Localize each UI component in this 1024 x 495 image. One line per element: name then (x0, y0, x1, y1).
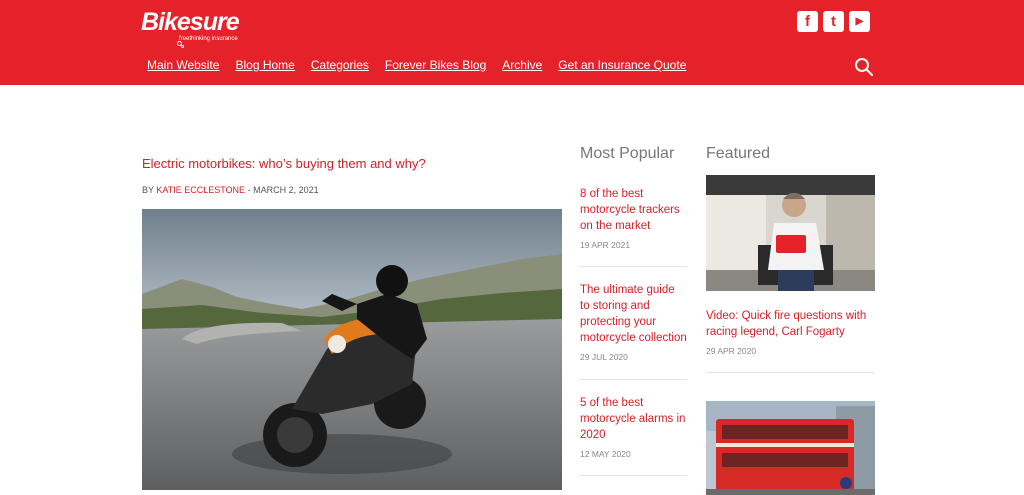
nav-categories[interactable]: Categories (311, 58, 369, 72)
social-links: f t ▶ (797, 11, 870, 32)
divider (580, 379, 687, 380)
byline-prefix: BY (142, 185, 154, 195)
featured-photo-bus (706, 401, 875, 495)
list-item[interactable]: 5 of the best motorcycle alarms in 2020 … (580, 395, 687, 459)
youtube-icon[interactable]: ▶ (849, 11, 870, 32)
popular-title[interactable]: The ultimate guide to storing and protec… (580, 282, 687, 346)
popular-title[interactable]: 5 of the best motorcycle alarms in 2020 (580, 395, 687, 443)
search-icon[interactable] (854, 57, 874, 77)
featured-heading: Featured (706, 145, 771, 162)
list-item[interactable]: 8 of the best motorcycle trackers on the… (580, 186, 687, 250)
most-popular-heading: Most Popular (580, 145, 675, 162)
featured-date: 29 APR 2020 (706, 346, 757, 356)
divider (580, 475, 687, 476)
site-header: Bikesure freethinking insurance f t ▶ Ma… (0, 0, 1024, 85)
popular-date: 12 MAY 2020 (580, 449, 631, 459)
nav-insurance-quote[interactable]: Get an Insurance Quote (558, 58, 686, 72)
nav-blog-home[interactable]: Blog Home (235, 58, 294, 72)
list-item[interactable]: The ultimate guide to storing and protec… (580, 282, 687, 362)
popular-date: 19 APR 2021 (580, 240, 631, 250)
featured-photo (706, 175, 875, 291)
article-date: - MARCH 2, 2021 (247, 185, 319, 195)
twitter-icon[interactable]: t (823, 11, 844, 32)
article-author[interactable]: KATIE ECCLESTONE (156, 185, 245, 195)
article-title[interactable]: Electric motorbikes: who’s buying them a… (142, 156, 426, 171)
nav-forever-bikes-blog[interactable]: Forever Bikes Blog (385, 58, 486, 72)
bikesure-logo[interactable]: Bikesure freethinking insurance (141, 8, 241, 48)
divider (580, 266, 687, 267)
featured-image-carl-fogarty[interactable] (706, 175, 875, 291)
main-nav: Main Website Blog Home Categories Foreve… (147, 58, 686, 72)
logo-text: Bikesure (141, 8, 240, 36)
motorcycle-photo (142, 209, 562, 490)
featured-title[interactable]: Video: Quick fire questions with racing … (706, 308, 876, 340)
divider (706, 372, 875, 373)
popular-date: 29 JUL 2020 (580, 352, 628, 362)
hero-image-motorcycle[interactable] (142, 209, 562, 490)
nav-main-website[interactable]: Main Website (147, 58, 219, 72)
featured-image-red-bus[interactable] (706, 401, 875, 495)
nav-archive[interactable]: Archive (502, 58, 542, 72)
popular-title[interactable]: 8 of the best motorcycle trackers on the… (580, 186, 687, 234)
article-byline: BY KATIE ECCLESTONE - MARCH 2, 2021 (142, 185, 319, 195)
facebook-icon[interactable]: f (797, 11, 818, 32)
logo-tagline: freethinking insurance (179, 36, 238, 42)
